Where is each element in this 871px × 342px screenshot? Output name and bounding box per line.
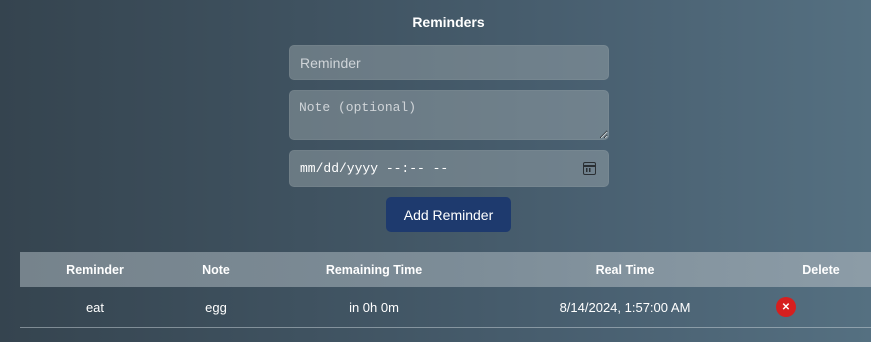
header-reminder: Reminder xyxy=(66,262,124,277)
header-real-time: Real Time xyxy=(595,262,655,277)
close-icon: ✕ xyxy=(781,301,791,313)
header-note: Note xyxy=(202,262,230,277)
page-title: Reminders xyxy=(412,14,485,30)
table-row: eat egg in 0h 0m 8/14/2024, 1:57:00 AM ✕ xyxy=(20,287,871,328)
note-textarea[interactable] xyxy=(289,90,609,140)
header-delete: Delete xyxy=(802,262,840,277)
cell-note: egg xyxy=(205,299,227,315)
header-remaining-time: Remaining Time xyxy=(325,262,423,277)
datetime-input[interactable]: mm/dd/yyyy --:-- -- xyxy=(289,150,609,187)
add-reminder-button[interactable]: Add Reminder xyxy=(386,197,511,232)
delete-button[interactable]: ✕ xyxy=(776,297,796,317)
cell-real-time: 8/14/2024, 1:57:00 AM xyxy=(559,299,691,315)
cell-remaining-time: in 0h 0m xyxy=(349,299,399,315)
table-header: Reminder Note Remaining Time Real Time D… xyxy=(20,252,871,287)
calendar-icon[interactable] xyxy=(583,162,596,175)
datetime-placeholder: mm/dd/yyyy --:-- -- xyxy=(300,161,449,176)
reminder-input[interactable] xyxy=(289,45,609,80)
cell-reminder: eat xyxy=(85,299,105,315)
